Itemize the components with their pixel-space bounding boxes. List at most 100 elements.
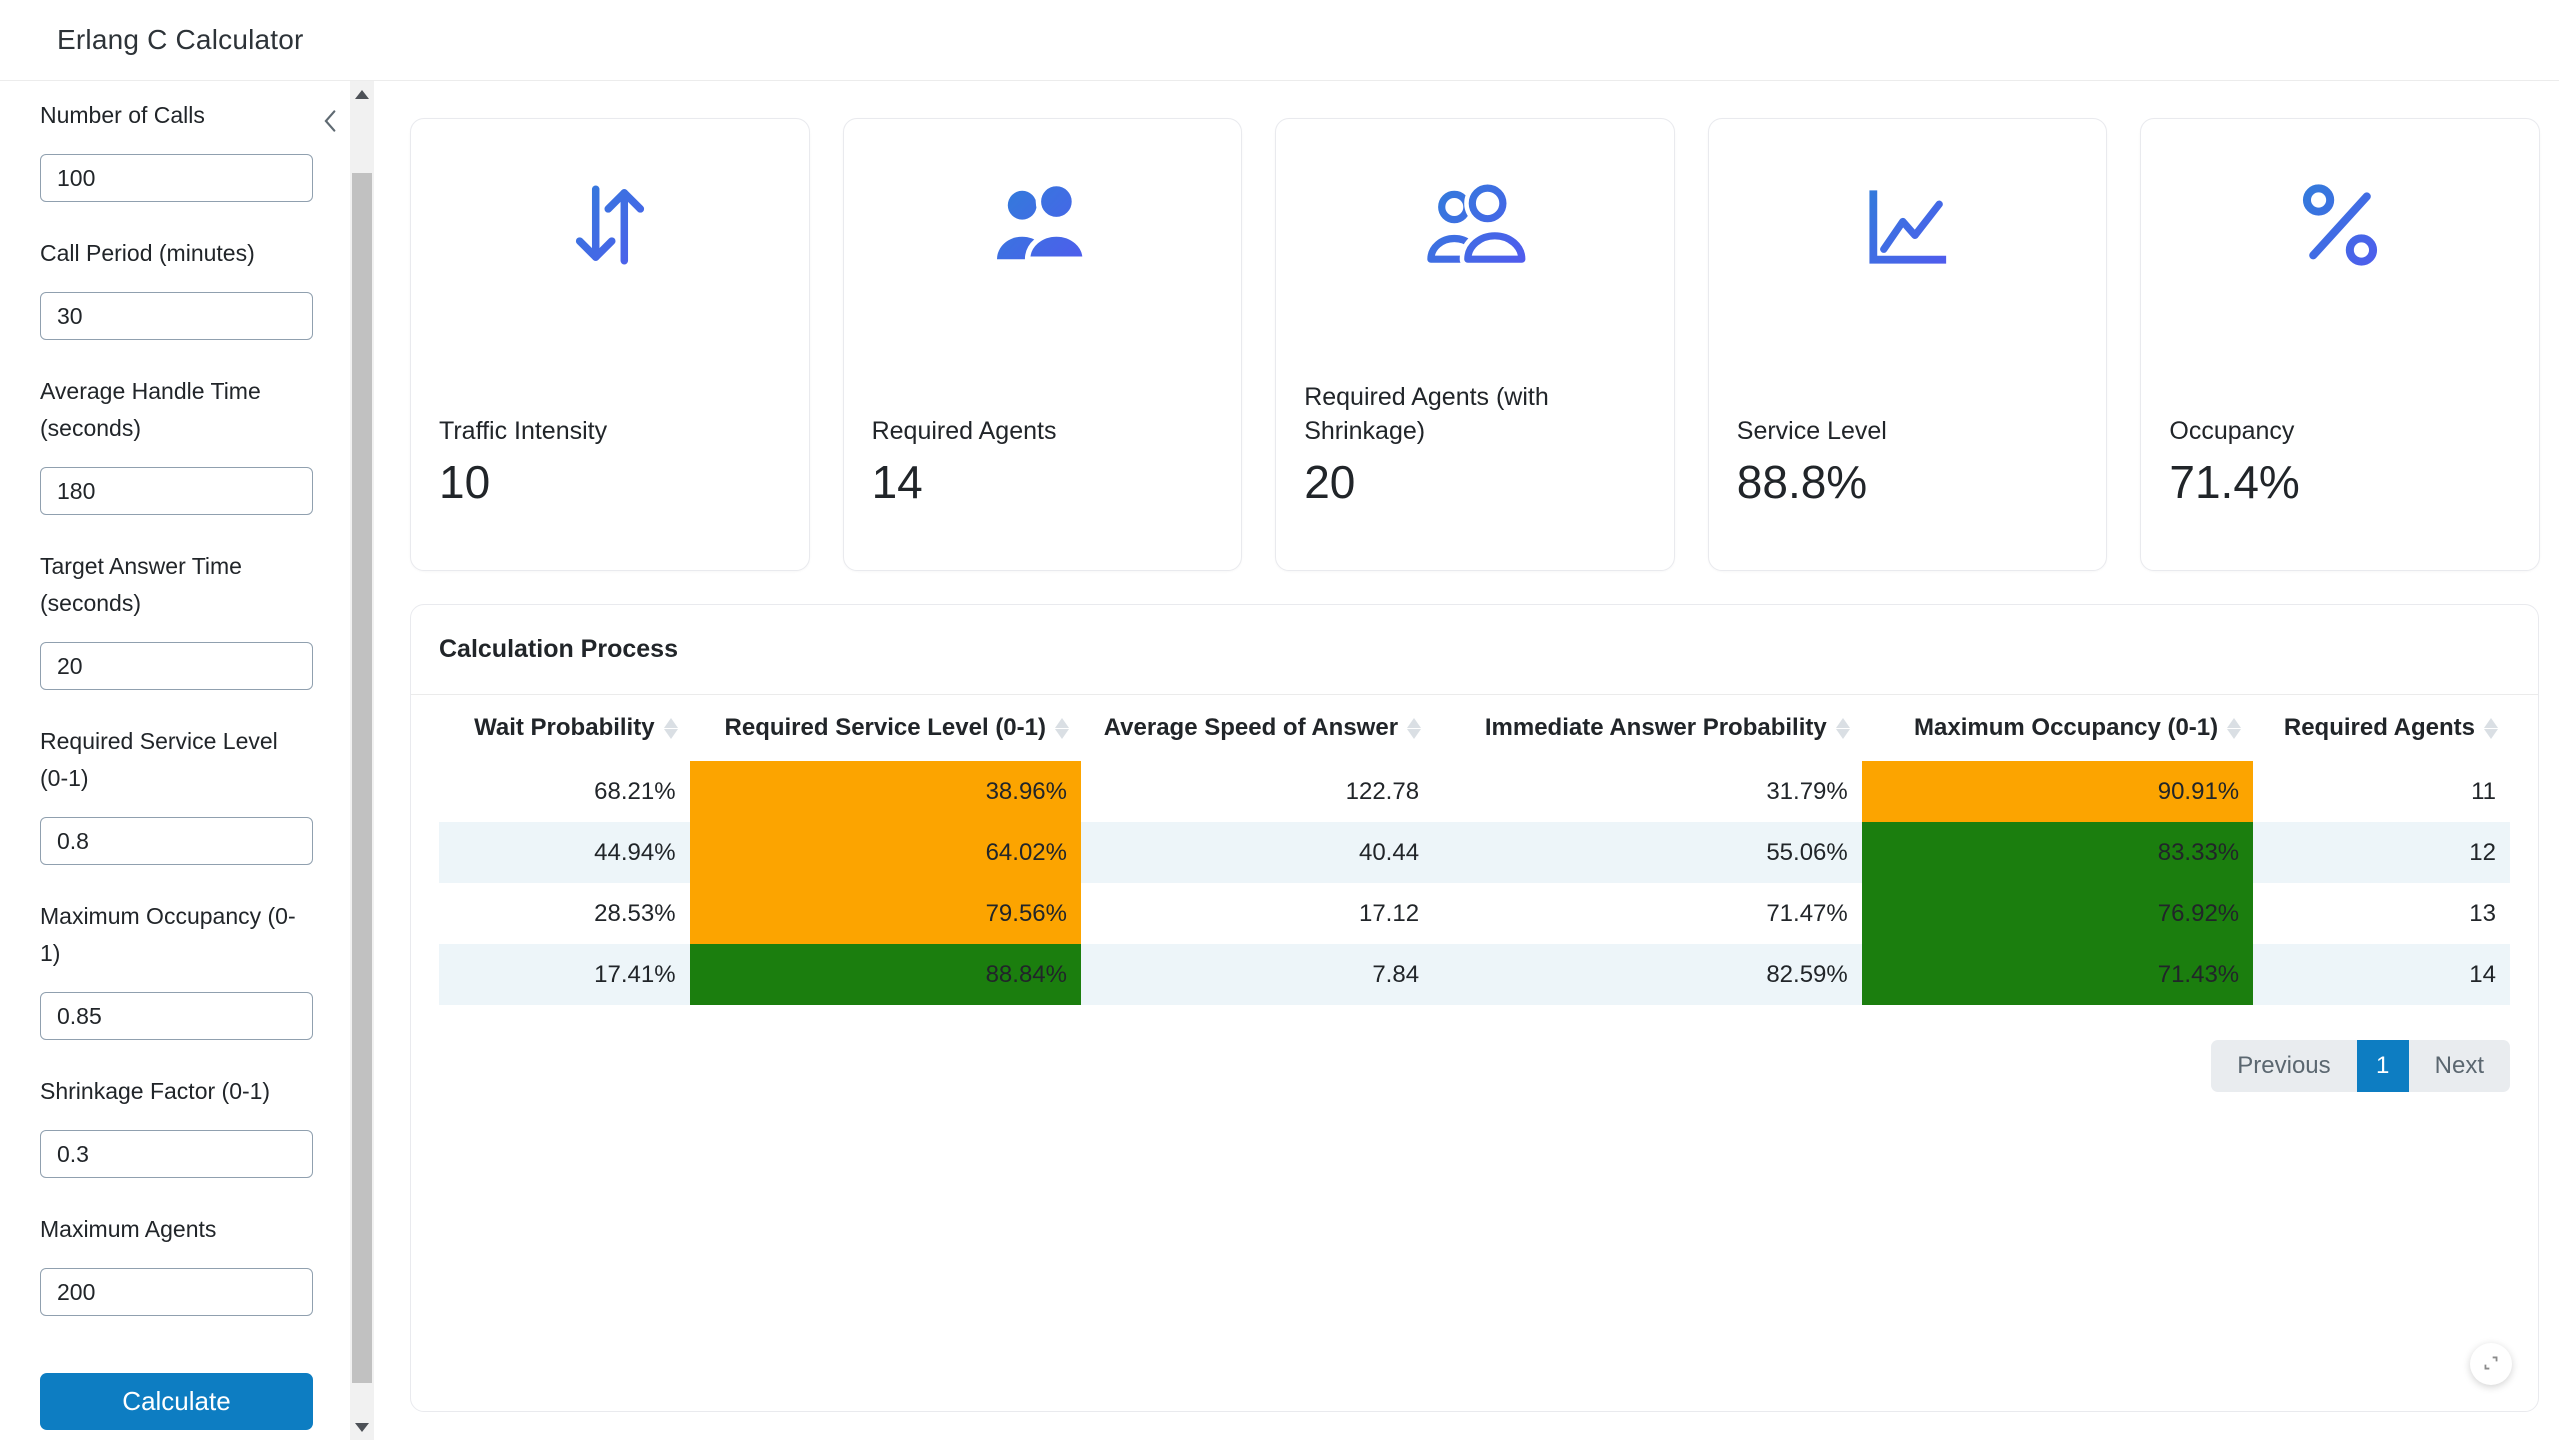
- field-label: Number of Calls: [40, 97, 298, 134]
- table-column-header[interactable]: Required Agents: [2253, 695, 2510, 761]
- table-row: 28.53%79.56%17.1271.47%76.92%13: [439, 883, 2510, 944]
- card-value: 71.4%: [2169, 456, 2511, 508]
- field-label: Call Period (minutes): [40, 235, 298, 272]
- chart-line-icon: [1737, 169, 2079, 281]
- expand-panel-button[interactable]: [2470, 1343, 2512, 1385]
- table-cell: 68.21%: [439, 761, 690, 822]
- table-row: 44.94%64.02%40.4455.06%83.33%12: [439, 822, 2510, 883]
- table-cell: 7.84: [1081, 944, 1433, 1005]
- sort-icon: [1836, 718, 1850, 739]
- table-column-header[interactable]: Maximum Occupancy (0-1): [1862, 695, 2253, 761]
- table-cell: 71.43%: [1862, 944, 2253, 1005]
- metric-card: Traffic Intensity 10: [410, 118, 810, 571]
- field-label: Average Handle Time (seconds): [40, 373, 298, 447]
- table-cell: 40.44: [1081, 822, 1433, 883]
- metric-card: Required Agents 14: [843, 118, 1243, 571]
- field-input[interactable]: [40, 642, 313, 690]
- sidebar-scrollbar[interactable]: [350, 81, 374, 1440]
- sidebar-collapse-button[interactable]: [316, 106, 342, 138]
- arrows-down-up-icon: [439, 169, 781, 281]
- card-value: 14: [872, 456, 1214, 508]
- field-label: Target Answer Time (seconds): [40, 548, 298, 622]
- table-cell: 79.56%: [690, 883, 1081, 944]
- sidebar-field: Average Handle Time (seconds): [40, 373, 313, 515]
- calculation-panel: Calculation Process Wait Probability Req…: [410, 604, 2539, 1412]
- field-input[interactable]: [40, 1268, 313, 1316]
- sidebar-field: Shrinkage Factor (0-1): [40, 1073, 313, 1178]
- table-cell: 38.96%: [690, 761, 1081, 822]
- metric-cards: Traffic Intensity 10 Required Agents 14 …: [410, 118, 2540, 571]
- sidebar-field: Required Service Level (0-1): [40, 723, 313, 865]
- table-column-header[interactable]: Required Service Level (0-1): [690, 695, 1081, 761]
- field-label: Maximum Occupancy (0-1): [40, 898, 298, 972]
- panel-title: Calculation Process: [439, 635, 678, 664]
- pagination-previous-button[interactable]: Previous: [2211, 1040, 2356, 1092]
- table-cell: 13: [2253, 883, 2510, 944]
- table-cell: 64.02%: [690, 822, 1081, 883]
- triangle-down-icon: [355, 1423, 369, 1432]
- sidebar-field: Target Answer Time (seconds): [40, 548, 313, 690]
- sidebar-field: Maximum Agents: [40, 1211, 313, 1316]
- field-input[interactable]: [40, 467, 313, 515]
- pagination-row: Previous 1 Next: [439, 1040, 2510, 1092]
- sort-icon: [1407, 718, 1421, 739]
- field-label: Maximum Agents: [40, 1211, 298, 1248]
- table-cell: 17.41%: [439, 944, 690, 1005]
- card-value: 10: [439, 456, 781, 508]
- table-cell: 83.33%: [1862, 822, 2253, 883]
- pagination-next-button[interactable]: Next: [2409, 1040, 2510, 1092]
- metric-card: Required Agents (with Shrinkage) 20: [1275, 118, 1675, 571]
- table-row: 68.21%38.96%122.7831.79%90.91%11: [439, 761, 2510, 822]
- scroll-up-button[interactable]: [350, 81, 374, 107]
- panel-header: Calculation Process: [411, 605, 2538, 695]
- table-body: 68.21%38.96%122.7831.79%90.91%1144.94%64…: [439, 761, 2510, 1005]
- table-cell: 88.84%: [690, 944, 1081, 1005]
- card-label: Required Agents: [872, 414, 1214, 448]
- sidebar: Number of Calls Call Period (minutes) Av…: [0, 81, 345, 1440]
- calculate-button[interactable]: Calculate: [40, 1373, 313, 1430]
- calculation-table-wrap: Wait Probability Required Service Level …: [411, 695, 2538, 1092]
- field-input[interactable]: [40, 1130, 313, 1178]
- sort-icon: [2484, 718, 2498, 739]
- card-label: Occupancy: [2169, 414, 2511, 448]
- table-column-header[interactable]: Immediate Answer Probability: [1433, 695, 1862, 761]
- scrollbar-thumb[interactable]: [352, 173, 372, 1383]
- table-cell: 11: [2253, 761, 2510, 822]
- sidebar-field: Number of Calls: [40, 97, 313, 202]
- people-filled-icon: [872, 169, 1214, 281]
- card-label: Required Agents (with Shrinkage): [1304, 380, 1646, 448]
- metric-card: Occupancy 71.4%: [2140, 118, 2540, 571]
- table-cell: 82.59%: [1433, 944, 1862, 1005]
- field-input[interactable]: [40, 154, 313, 202]
- field-input[interactable]: [40, 292, 313, 340]
- card-label: Service Level: [1737, 414, 2079, 448]
- table-cell: 14: [2253, 944, 2510, 1005]
- card-value: 20: [1304, 456, 1646, 508]
- table-cell: 28.53%: [439, 883, 690, 944]
- scroll-down-button[interactable]: [350, 1414, 374, 1440]
- table-cell: 44.94%: [439, 822, 690, 883]
- field-input[interactable]: [40, 992, 313, 1040]
- calculation-table: Wait Probability Required Service Level …: [439, 695, 2510, 1005]
- percent-icon: [2169, 169, 2511, 281]
- expand-icon: [2481, 1353, 2501, 1376]
- sidebar-fields: Number of Calls Call Period (minutes) Av…: [40, 97, 313, 1316]
- erlang-c-calculator-app: Erlang C Calculator Number of Calls Call…: [0, 0, 2559, 1440]
- field-label: Required Service Level (0-1): [40, 723, 298, 797]
- table-column-header[interactable]: Average Speed of Answer: [1081, 695, 1433, 761]
- table-cell: 17.12: [1081, 883, 1433, 944]
- field-label: Shrinkage Factor (0-1): [40, 1073, 298, 1110]
- sort-icon: [664, 718, 678, 739]
- table-row: 17.41%88.84%7.8482.59%71.43%14: [439, 944, 2510, 1005]
- sidebar-field: Maximum Occupancy (0-1): [40, 898, 313, 1040]
- metric-card: Service Level 88.8%: [1708, 118, 2108, 571]
- table-cell: 71.47%: [1433, 883, 1862, 944]
- table-header-row: Wait Probability Required Service Level …: [439, 695, 2510, 761]
- sidebar-field: Call Period (minutes): [40, 235, 313, 340]
- table-column-header[interactable]: Wait Probability: [439, 695, 690, 761]
- table-cell: 90.91%: [1862, 761, 2253, 822]
- table-cell: 55.06%: [1433, 822, 1862, 883]
- card-value: 88.8%: [1737, 456, 2079, 508]
- pagination-page-1-button[interactable]: 1: [2357, 1040, 2409, 1092]
- field-input[interactable]: [40, 817, 313, 865]
